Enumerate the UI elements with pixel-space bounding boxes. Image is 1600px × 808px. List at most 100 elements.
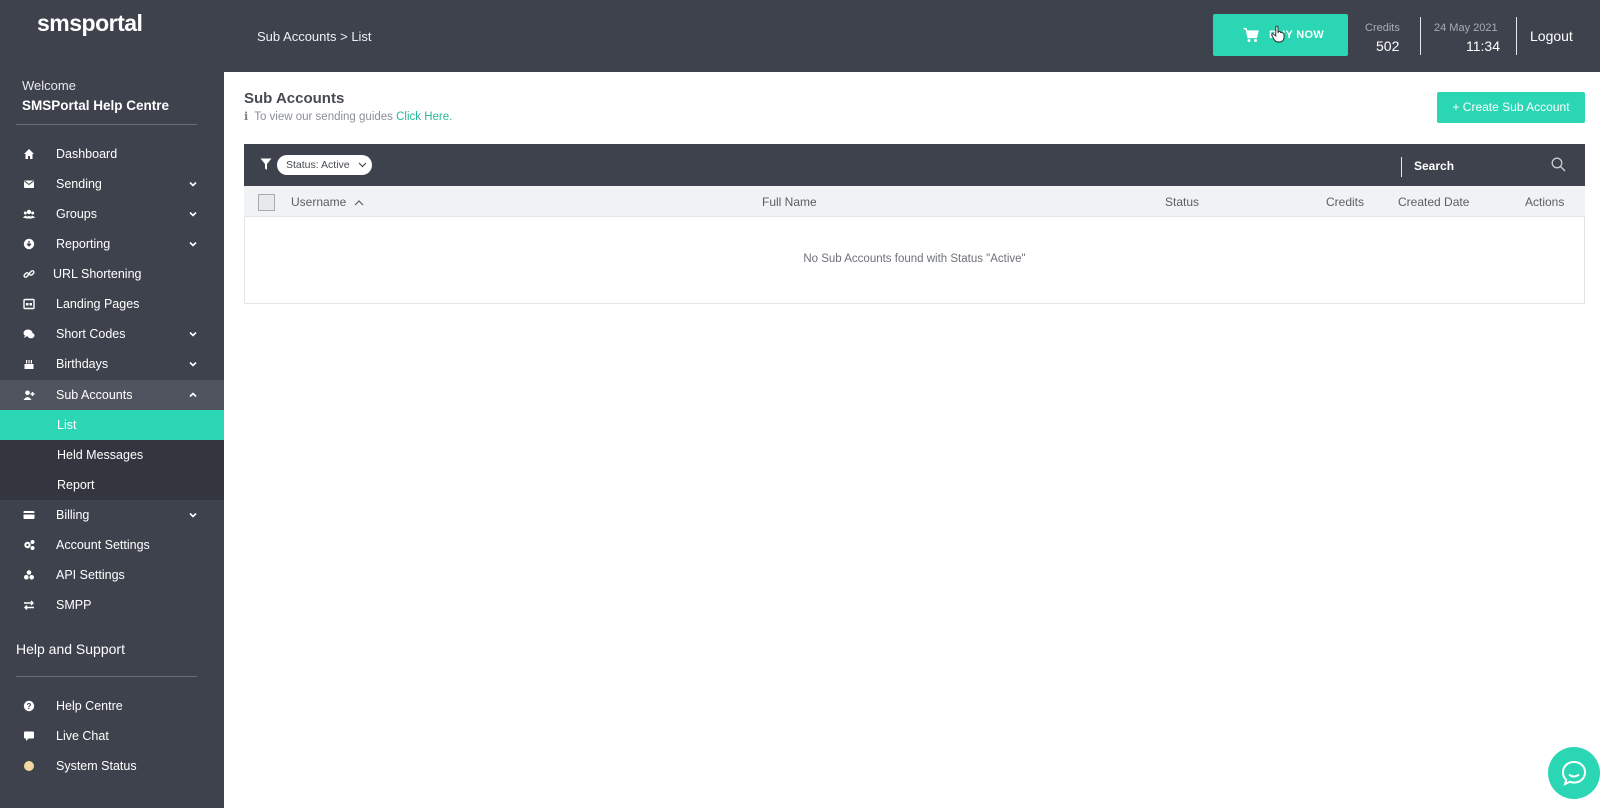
sidebar-subitem-label: Report	[57, 478, 95, 492]
info-icon: i	[244, 110, 249, 123]
guide-label: To view our sending guides	[254, 111, 397, 123]
sidebar-subitem-held-messages[interactable]: Held Messages	[0, 440, 224, 470]
sidebar-item-landing-pages[interactable]: Landing Pages	[0, 289, 224, 319]
select-all-checkbox[interactable]	[258, 194, 275, 211]
sidebar-item-label: Billing	[56, 508, 90, 522]
sidebar-item-label: Account Settings	[56, 538, 150, 552]
sidebar-item-label: Short Codes	[56, 327, 126, 341]
chevron-down-icon	[189, 512, 197, 518]
welcome-label: Welcome	[22, 78, 76, 93]
sidebar-item-url-shortening[interactable]: URL Shortening	[0, 259, 224, 289]
sidebar-item-birthdays[interactable]: Birthdays	[0, 349, 224, 379]
topbar-separator	[1516, 17, 1517, 55]
page-title: Sub Accounts	[244, 90, 345, 107]
hand-cursor-icon	[1271, 25, 1285, 43]
credits-label: Credits	[1365, 22, 1400, 34]
sidebar-item-billing[interactable]: Billing	[0, 500, 224, 530]
sidebar-item-live-chat[interactable]: Live Chat	[0, 721, 224, 751]
chat-bubble-icon	[24, 731, 34, 741]
svg-text:?: ?	[27, 702, 32, 711]
column-header-full-name[interactable]: Full Name	[762, 195, 817, 209]
current-date: 24 May 2021	[1434, 22, 1498, 34]
chevron-down-icon	[358, 162, 367, 168]
chevron-down-icon	[189, 361, 197, 367]
column-header-created-date[interactable]: Created Date	[1398, 195, 1469, 209]
chevron-down-icon	[189, 211, 197, 217]
sort-ascending-icon	[354, 200, 364, 206]
users-icon	[23, 209, 35, 219]
create-sub-account-button[interactable]: + Create Sub Account	[1437, 92, 1585, 123]
cake-icon	[24, 360, 34, 369]
column-header-credits[interactable]: Credits	[1326, 195, 1364, 209]
sidebar-subitem-report[interactable]: Report	[0, 470, 224, 500]
sidebar-item-label: Sending	[56, 177, 102, 191]
page-icon	[23, 298, 35, 310]
sidebar-item-sending[interactable]: Sending	[0, 169, 224, 199]
topbar-separator	[1420, 17, 1421, 55]
account-name: SMSPortal Help Centre	[22, 98, 170, 113]
credit-card-icon	[23, 511, 35, 519]
top-bar: Sub Accounts > List BUY NOW Credits 502 …	[224, 0, 1600, 72]
help-section-title: Help and Support	[16, 641, 125, 657]
sidebar-item-system-status[interactable]: System Status	[0, 751, 224, 781]
sidebar-item-label: Landing Pages	[56, 297, 140, 311]
column-label: Username	[291, 195, 347, 209]
filter-bar: Status: Active	[244, 144, 1585, 186]
sidebar-subitem-label: List	[57, 418, 77, 432]
user-plus-icon	[23, 390, 35, 400]
sidebar-item-label: System Status	[56, 759, 137, 773]
sidebar-item-groups[interactable]: Groups	[0, 199, 224, 229]
filter-icon[interactable]	[260, 158, 272, 171]
empty-state-message: No Sub Accounts found with Status "Activ…	[803, 253, 1026, 265]
logout-link[interactable]: Logout	[1530, 28, 1573, 44]
credits-value: 502	[1376, 38, 1400, 54]
current-time: 11:34	[1466, 38, 1500, 54]
sidebar-item-label: Groups	[56, 207, 97, 221]
sidebar-item-label: Help Centre	[56, 699, 123, 713]
sidebar-item-dashboard[interactable]: Dashboard	[0, 139, 224, 169]
chevron-down-icon	[189, 331, 197, 337]
search-separator	[1401, 157, 1402, 177]
sidebar: smsportal Welcome SMSPortal Help Centre …	[0, 0, 224, 808]
column-header-actions: Actions	[1525, 195, 1565, 209]
api-icon	[24, 570, 34, 580]
column-header-username[interactable]: Username	[291, 195, 364, 209]
sidebar-item-api-settings[interactable]: API Settings	[0, 560, 224, 590]
sidebar-item-label: Live Chat	[56, 729, 109, 743]
column-header-status[interactable]: Status	[1165, 195, 1199, 209]
chat-icon	[1561, 760, 1587, 786]
sidebar-item-label: Birthdays	[56, 357, 109, 371]
guide-text: i To view our sending guides Click Here.	[244, 110, 452, 123]
link-icon	[23, 270, 35, 278]
sidebar-item-account-settings[interactable]: Account Settings	[0, 530, 224, 560]
sidebar-subitem-label: Held Messages	[57, 448, 144, 462]
sidebar-item-sub-accounts[interactable]: Sub Accounts	[0, 380, 224, 410]
chevron-down-icon	[189, 181, 197, 187]
sidebar-divider	[16, 124, 197, 125]
guide-link[interactable]: Click Here.	[396, 111, 452, 123]
status-filter-dropdown[interactable]: Status: Active	[277, 155, 372, 175]
buy-now-button[interactable]: BUY NOW	[1213, 14, 1348, 56]
sidebar-divider	[16, 676, 197, 677]
sidebar-item-help-centre[interactable]: ? Help Centre	[0, 691, 224, 721]
breadcrumb: Sub Accounts > List	[257, 29, 372, 44]
sidebar-item-label: SMPP	[56, 598, 92, 612]
sidebar-subitem-list[interactable]: List	[0, 410, 224, 440]
sidebar-item-smpp[interactable]: SMPP	[0, 590, 224, 620]
envelope-icon	[24, 180, 34, 188]
cart-icon	[1243, 27, 1259, 42]
sidebar-item-label: Dashboard	[56, 147, 118, 161]
download-circle-icon	[23, 238, 35, 250]
app-logo[interactable]: smsportal	[37, 10, 143, 37]
comments-icon	[23, 329, 35, 339]
search-icon[interactable]	[1551, 157, 1566, 172]
sidebar-item-label: Reporting	[56, 237, 111, 251]
sidebar-item-reporting[interactable]: Reporting	[0, 229, 224, 259]
live-chat-button[interactable]	[1548, 747, 1600, 799]
exchange-icon	[24, 600, 34, 610]
sidebar-item-label: Sub Accounts	[56, 388, 133, 402]
question-circle-icon: ?	[23, 700, 35, 712]
home-icon	[24, 149, 34, 159]
search-input[interactable]	[1414, 156, 1544, 176]
sidebar-item-short-codes[interactable]: Short Codes	[0, 319, 224, 349]
